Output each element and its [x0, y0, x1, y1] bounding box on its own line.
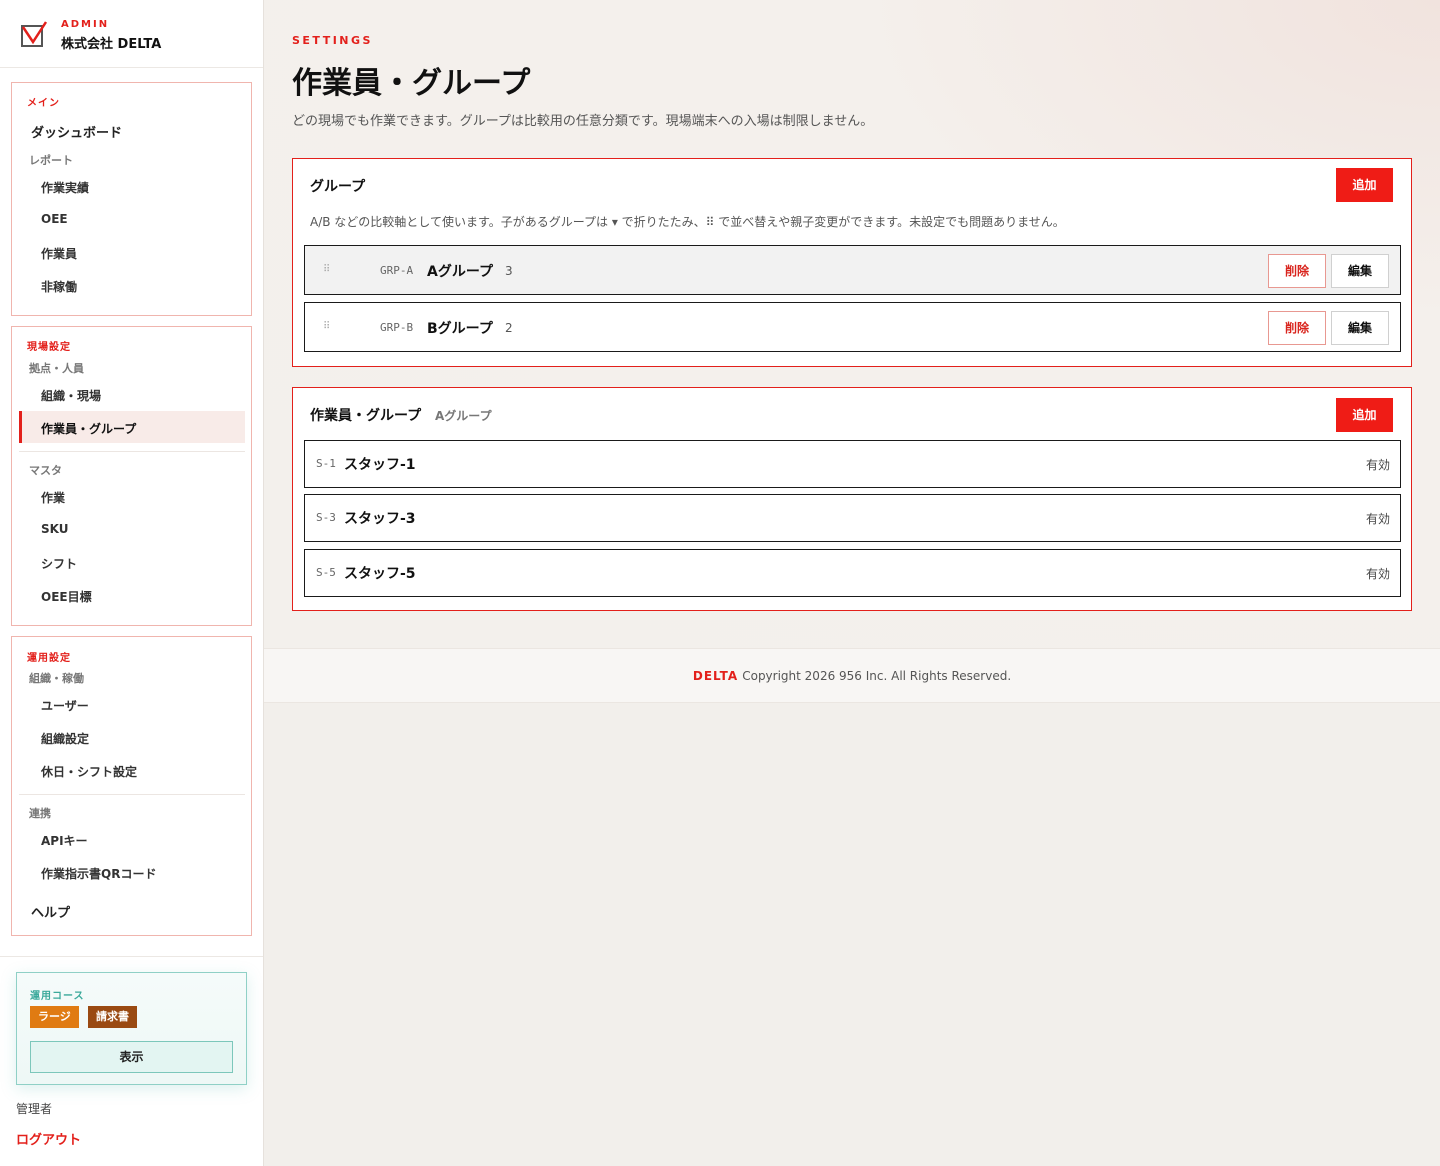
- sidebar-item-dashboard[interactable]: ダッシュボード: [31, 122, 122, 141]
- sidebar-item-workers-groups[interactable]: 作業員・グループ: [41, 420, 136, 437]
- group-row[interactable]: ⠿ GRP-A Aグループ 3 削除 編集: [304, 245, 1401, 295]
- member-status: 有効: [1365, 512, 1390, 526]
- group-name: Aグループ: [427, 264, 493, 280]
- sidebar-item-holiday-shift[interactable]: 休日・シフト設定: [41, 763, 137, 780]
- page-title: 作業員・グループ: [292, 66, 531, 101]
- sidebar-item-tasks[interactable]: 作業: [41, 489, 65, 506]
- member-code: S-3: [316, 511, 336, 524]
- group-member-count: 3: [505, 264, 513, 278]
- nav-section-ops: 運用設定: [27, 653, 71, 664]
- footer-brand: DELTA: [692, 669, 739, 683]
- member-name: スタッフ-3: [344, 511, 416, 527]
- group-member-count: 2: [505, 321, 513, 335]
- nav-sub-integration: 連携: [29, 807, 51, 820]
- sidebar-item-sku[interactable]: SKU: [41, 522, 68, 536]
- plan-badge-invoice: 請求書: [88, 1006, 137, 1028]
- group-row[interactable]: ⠿ GRP-B Bグループ 2 削除 編集: [304, 302, 1401, 352]
- sidebar-item-api-keys[interactable]: APIキー: [41, 832, 88, 849]
- plan-card: 運用コース ラージ 請求書 表示: [16, 972, 247, 1085]
- member-code: S-1: [316, 457, 336, 470]
- user-role: 管理者: [16, 1102, 53, 1116]
- brand-admin-label: ADMIN: [61, 19, 110, 30]
- nav-sub-master: マスタ: [29, 464, 62, 477]
- drag-handle-icon[interactable]: ⠿: [323, 264, 330, 275]
- delete-group-button[interactable]: 削除: [1268, 311, 1326, 345]
- sidebar-item-users[interactable]: ユーザー: [41, 697, 89, 714]
- member-row[interactable]: S-3 スタッフ-3 有効: [304, 494, 1401, 542]
- nav-group-site: 現場設定 拠点・人員 組織・現場 作業員・グループ マスタ 作業 SKU シフト…: [11, 326, 252, 626]
- sidebar-item-qr-codes[interactable]: 作業指示書QRコード: [41, 865, 156, 882]
- page-eyebrow: SETTINGS: [292, 34, 373, 47]
- groups-panel-note: A/B などの比較軸として使います。子があるグループは ▾ で折りたたみ、⠿ で…: [310, 215, 1065, 229]
- nav-section-main: メイン: [27, 98, 60, 109]
- group-name: Bグループ: [427, 321, 493, 337]
- sidebar-item-downtime[interactable]: 非稼働: [41, 278, 77, 295]
- company-name: 株式会社 DELTA: [61, 37, 162, 52]
- sidebar-item-org-site[interactable]: 組織・現場: [41, 387, 101, 404]
- page-footer: DELTA Copyright 2026 956 Inc. All Rights …: [264, 648, 1440, 703]
- member-name: スタッフ-5: [344, 566, 416, 582]
- nav-sub-sites-people: 拠点・人員: [29, 362, 84, 375]
- nav-group-ops: 運用設定 組織・稼働 ユーザー 組織設定 休日・シフト設定 連携 APIキー 作…: [11, 636, 252, 936]
- drag-handle-icon[interactable]: ⠿: [323, 321, 330, 332]
- sidebar-item-oee-target[interactable]: OEE目標: [41, 588, 92, 605]
- brand-header: ADMIN 株式会社 DELTA: [0, 0, 263, 68]
- member-status: 有効: [1365, 458, 1390, 472]
- group-code: GRP-B: [380, 321, 414, 334]
- delete-group-button[interactable]: 削除: [1268, 254, 1326, 288]
- edit-group-button[interactable]: 編集: [1331, 311, 1389, 345]
- plan-view-button[interactable]: 表示: [30, 1041, 233, 1073]
- plan-badge-large: ラージ: [30, 1006, 79, 1028]
- sidebar-item-help[interactable]: ヘルプ: [31, 902, 70, 921]
- page-description: どの現場でも作業できます。グループは比較用の任意分類です。現場端末への入場は制限…: [292, 114, 874, 129]
- sidebar-item-workers-report[interactable]: 作業員: [41, 245, 77, 262]
- selected-group-label: Aグループ: [435, 409, 492, 423]
- members-panel: 作業員・グループ Aグループ 追加 S-1 スタッフ-1 有効 S-3 スタッフ…: [292, 387, 1412, 611]
- sidebar: ADMIN 株式会社 DELTA メイン ダッシュボード レポート 作業実績 O…: [0, 0, 264, 1166]
- nav-group-main: メイン ダッシュボード レポート 作業実績 OEE 作業員 非稼働: [11, 82, 252, 316]
- member-code: S-5: [316, 566, 336, 579]
- nav-section-site: 現場設定: [27, 342, 71, 353]
- members-panel-title: 作業員・グループ: [310, 408, 422, 424]
- sidebar-footer-divider: [0, 956, 263, 957]
- member-row[interactable]: S-1 スタッフ-1 有効: [304, 440, 1401, 488]
- add-member-button[interactable]: 追加: [1336, 398, 1393, 432]
- edit-group-button[interactable]: 編集: [1331, 254, 1389, 288]
- groups-panel-title: グループ: [310, 179, 366, 195]
- sidebar-item-org-settings[interactable]: 組織設定: [41, 730, 89, 747]
- member-name: スタッフ-1: [344, 457, 416, 473]
- logout-link[interactable]: ログアウト: [16, 1129, 81, 1148]
- sidebar-item-work-results[interactable]: 作業実績: [41, 179, 89, 196]
- footer-copyright: Copyright 2026 956 Inc. All Rights Reser…: [742, 669, 1012, 683]
- nav-sub-reports: レポート: [29, 154, 73, 167]
- delta-logo-icon: [21, 21, 48, 47]
- member-status: 有効: [1365, 567, 1390, 581]
- nav-sub-org-operations: 組織・稼働: [29, 672, 84, 685]
- sidebar-item-shift[interactable]: シフト: [41, 555, 77, 572]
- add-group-button[interactable]: 追加: [1336, 168, 1393, 202]
- sidebar-item-oee[interactable]: OEE: [41, 212, 68, 226]
- nav-divider: [19, 451, 245, 452]
- group-code: GRP-A: [380, 264, 414, 277]
- plan-label: 運用コース: [30, 991, 85, 1002]
- groups-panel: グループ 追加 A/B などの比較軸として使います。子があるグループは ▾ で折…: [292, 158, 1412, 367]
- nav-divider: [19, 794, 245, 795]
- member-row[interactable]: S-5 スタッフ-5 有効: [304, 549, 1401, 597]
